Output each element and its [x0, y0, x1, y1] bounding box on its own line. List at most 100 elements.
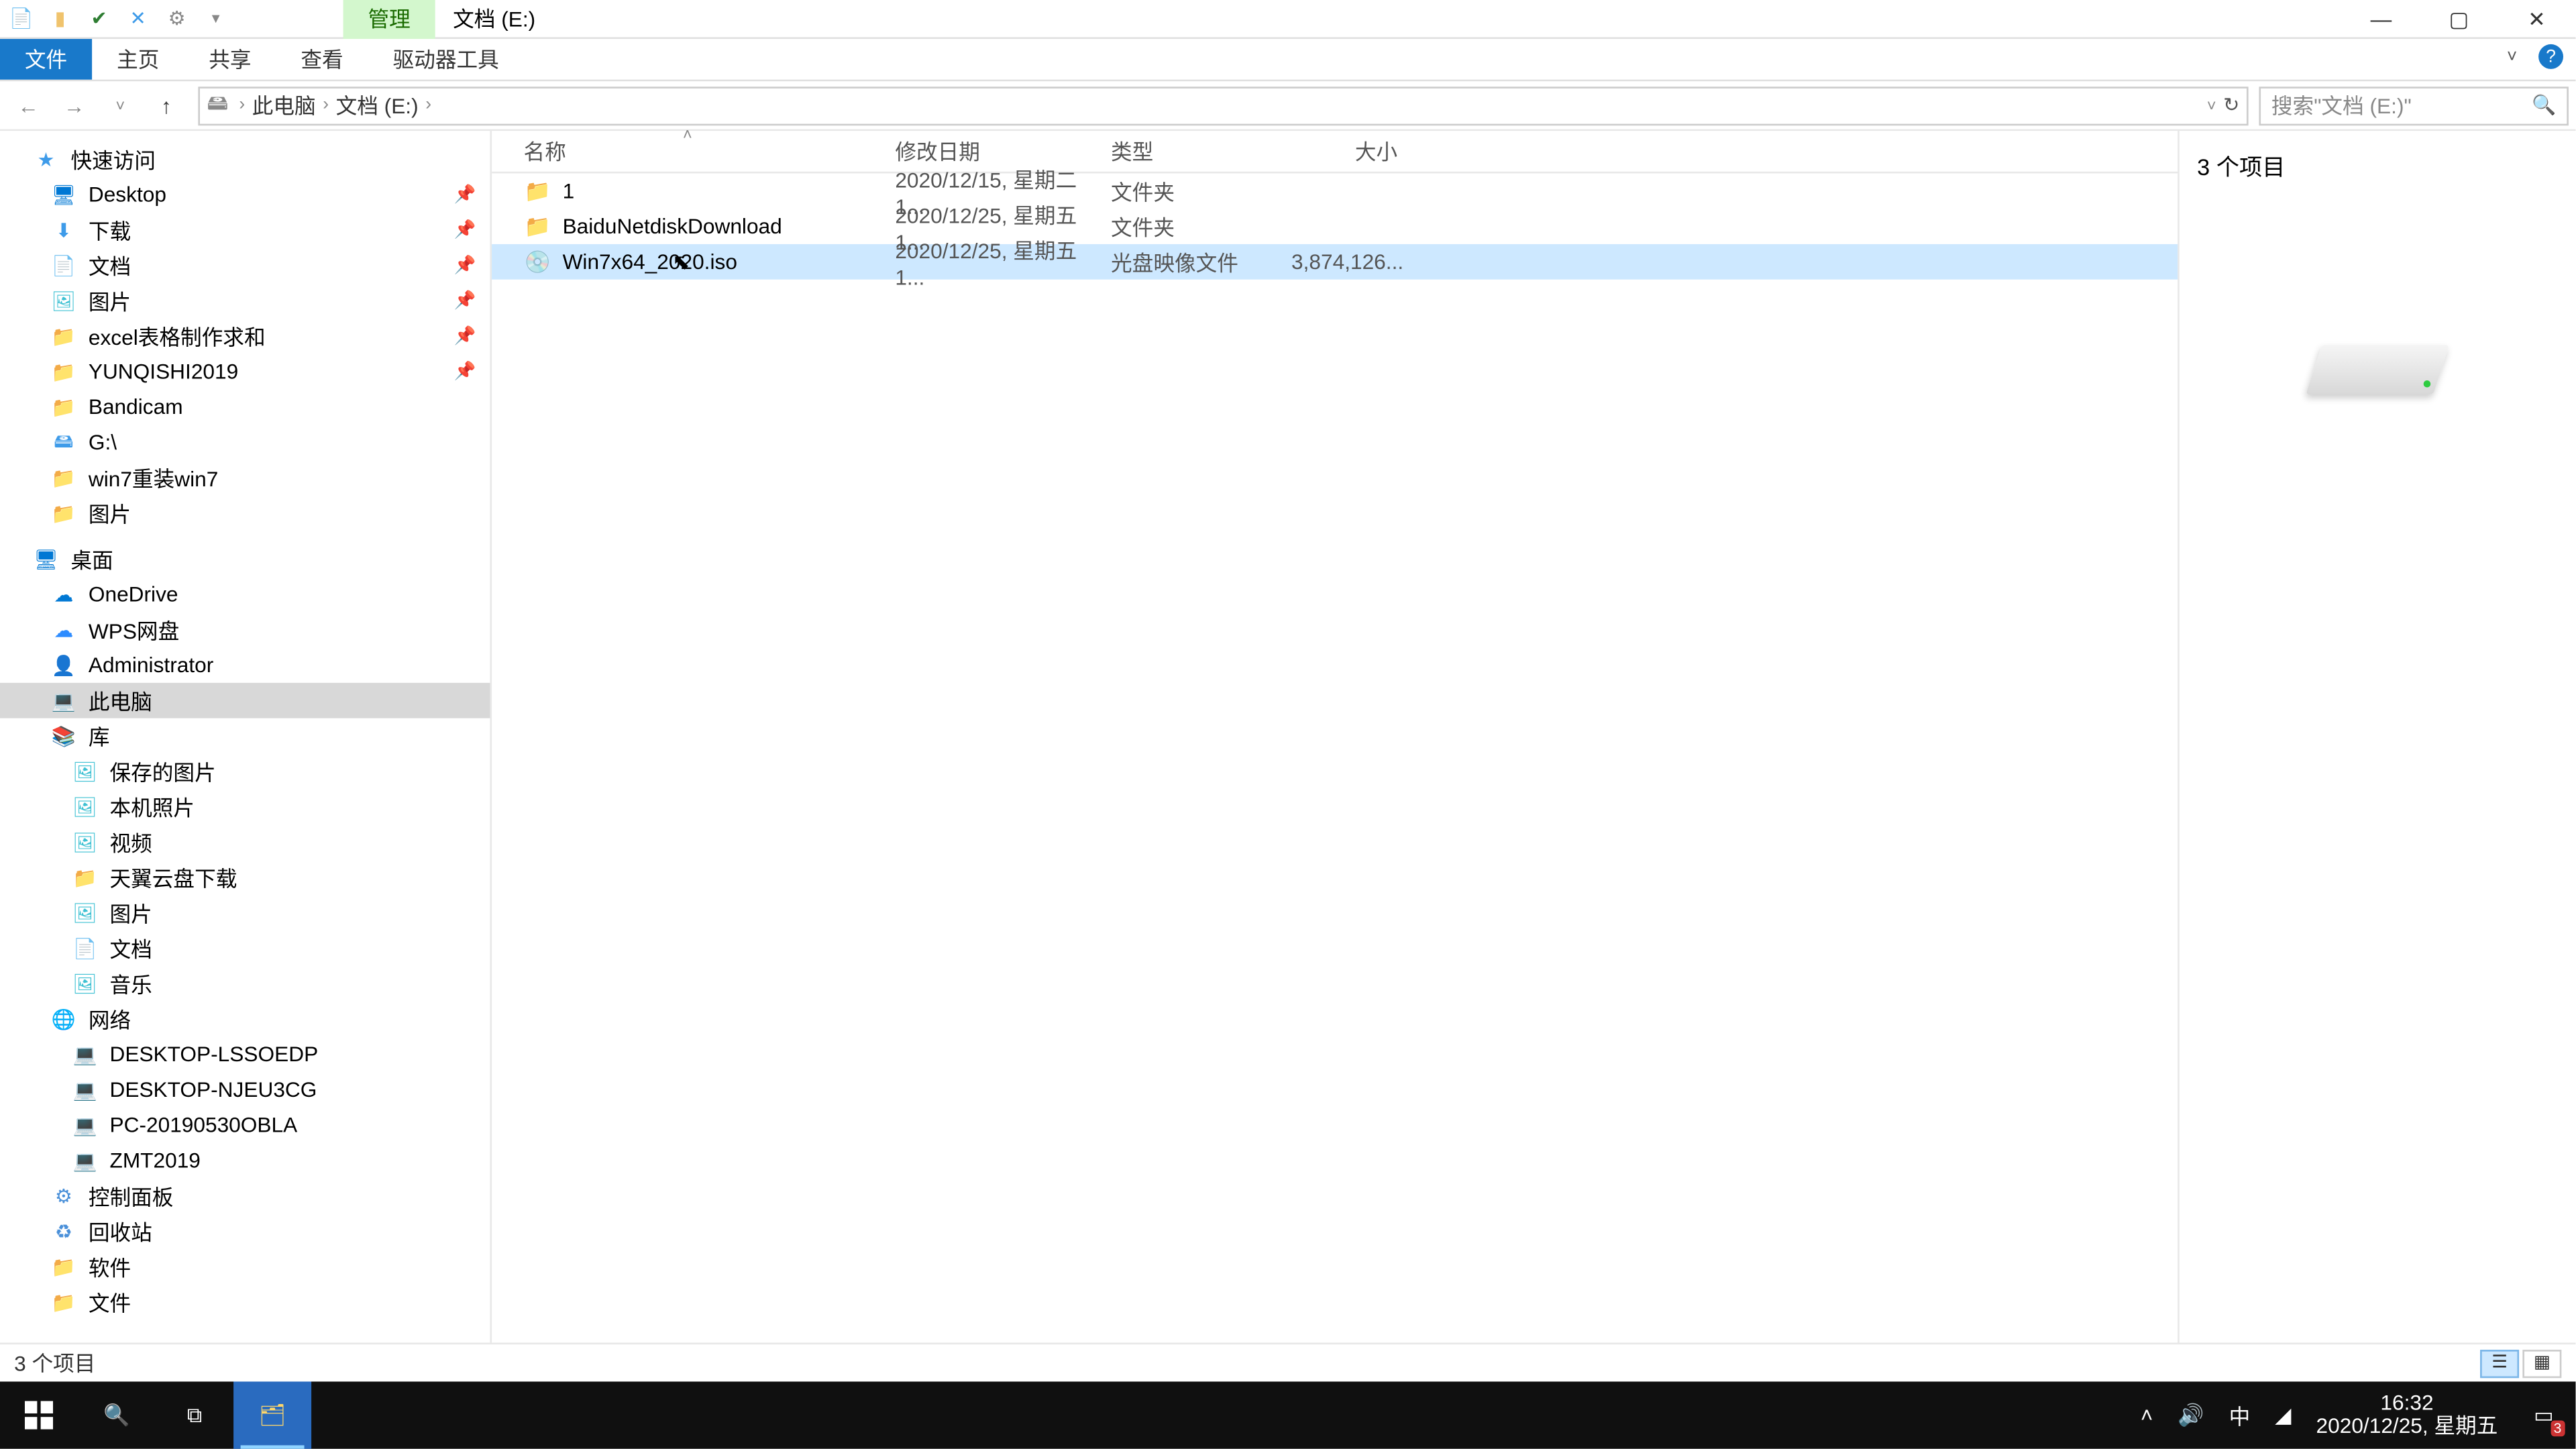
tree-item[interactable]: 📚库 [0, 718, 490, 754]
app-icon: 📄 [7, 5, 36, 33]
task-view-button[interactable]: ⧉ [156, 1381, 233, 1448]
pic-icon: 🖼 [70, 757, 99, 786]
history-dropdown-icon[interactable]: ˅ [99, 84, 142, 126]
download-icon: ⬇ [50, 216, 78, 244]
tree-item[interactable]: 💻DESKTOP-LSSOEDP [0, 1036, 490, 1072]
folder-icon: 📁 [50, 464, 78, 492]
tree-item-label: 文件 [89, 1287, 131, 1317]
up-button[interactable]: ↑ [145, 84, 187, 126]
tree-item[interactable]: 🖼图片 [0, 895, 490, 930]
breadcrumb[interactable]: 🖴 › 此电脑 › 文档 (E:) › ˅ ↻ [198, 86, 2248, 125]
minimize-button[interactable]: — [2342, 0, 2420, 39]
qat-folder-icon[interactable]: ▮ [46, 5, 74, 33]
refresh-icon[interactable]: ↻ [2223, 94, 2239, 117]
file-row[interactable]: 📁12020/12/15, 星期二 1...文件夹 [492, 173, 2178, 209]
file-row[interactable]: 💿Win7x64_2020.iso2020/12/25, 星期五 1...光盘映… [492, 244, 2178, 280]
action-center-button[interactable]: ▭ 3 [2522, 1394, 2565, 1436]
tree-item[interactable]: 📁YUNQISHI2019📌 [0, 354, 490, 389]
navigation-pane[interactable]: ★快速访问🖥Desktop📌⬇下载📌📄文档📌🖼图片📌📁excel表格制作求和📌📁… [0, 131, 492, 1342]
chevron-right-icon[interactable]: › [235, 95, 248, 115]
start-button[interactable] [0, 1381, 78, 1448]
tree-item[interactable]: 🖼音乐 [0, 966, 490, 1002]
search-input[interactable]: 搜索"文档 (E:)" 🔍 [2259, 86, 2568, 125]
tree-item[interactable]: 🖥桌面 [0, 541, 490, 577]
clock[interactable]: 16:32 2020/12/25, 星期五 [2316, 1392, 2498, 1438]
window-title: 文档 (E:) [453, 3, 535, 34]
back-button[interactable]: ← [7, 84, 50, 126]
tree-item[interactable]: 📄文档 [0, 930, 490, 966]
qat-gear-icon[interactable]: ⚙ [163, 5, 191, 33]
tree-item[interactable]: ☁OneDrive [0, 577, 490, 612]
tree-item[interactable]: 📁win7重装win7 [0, 460, 490, 496]
search-icon[interactable]: 🔍 [2532, 94, 2556, 117]
tree-item[interactable]: ⚙控制面板 [0, 1178, 490, 1214]
column-header-name[interactable]: 名称˄ [524, 136, 896, 166]
tree-item[interactable]: ☁WPS网盘 [0, 612, 490, 647]
chevron-right-icon[interactable]: › [422, 95, 435, 115]
close-button[interactable]: ✕ [2498, 0, 2575, 39]
file-row[interactable]: 📁BaiduNetdiskDownload2020/12/25, 星期五 1..… [492, 209, 2178, 244]
qat-check-icon[interactable]: ✔ [85, 5, 113, 33]
cp-icon: ⚙ [50, 1182, 78, 1210]
tree-item[interactable]: 📁图片 [0, 495, 490, 531]
details-view-button[interactable]: ☰ [2480, 1349, 2519, 1377]
pic-icon: 🖼 [70, 792, 99, 820]
explorer-taskbar-button[interactable]: 🗂 [233, 1381, 311, 1448]
system-tray: ˄ 🔊 中 ◢ 16:32 2020/12/25, 星期五 ▭ 3 [2141, 1381, 2576, 1448]
tree-item[interactable]: 🖼图片📌 [0, 283, 490, 319]
help-icon[interactable]: ? [2536, 42, 2565, 70]
tree-item-label: DESKTOP-LSSOEDP [109, 1042, 318, 1067]
tab-home[interactable]: 主页 [92, 39, 184, 80]
pic-icon: 🖼 [70, 899, 99, 927]
tab-file[interactable]: 文件 [0, 39, 92, 80]
ribbon-collapse-icon[interactable]: ˅ [2498, 42, 2526, 70]
breadcrumb-dropdown-icon[interactable]: ˅ [2207, 97, 2216, 114]
tree-item[interactable]: 🖴G:\ [0, 425, 490, 460]
tree-item[interactable]: 💻DESKTOP-NJEU3CG [0, 1072, 490, 1108]
qat-close-icon[interactable]: ✕ [124, 5, 152, 33]
tree-item-label: PC-20190530OBLA [109, 1113, 297, 1138]
tab-view[interactable]: 查看 [276, 39, 368, 80]
breadcrumb-item[interactable]: 文档 (E:) [332, 90, 422, 120]
doc-icon: 📄 [70, 934, 99, 962]
tree-item[interactable]: 👤Administrator [0, 647, 490, 683]
tree-item[interactable]: 🖼保存的图片 [0, 753, 490, 789]
tree-item[interactable]: ⬇下载📌 [0, 212, 490, 248]
tree-item[interactable]: ★快速访问 [0, 142, 490, 177]
tree-item[interactable]: ♻回收站 [0, 1214, 490, 1249]
folder-icon: 📁 [50, 322, 78, 350]
tree-item[interactable]: 💻此电脑 [0, 683, 490, 718]
tree-item[interactable]: 📁Bandicam [0, 389, 490, 425]
search-button[interactable]: 🔍 [78, 1381, 156, 1448]
tray-overflow-icon[interactable]: ˄ [2141, 1403, 2153, 1428]
maximize-button[interactable]: ▢ [2420, 0, 2498, 39]
doc-icon: 📄 [50, 251, 78, 279]
tree-item[interactable]: 💻ZMT2019 [0, 1143, 490, 1179]
volume-icon[interactable]: 🔊 [2178, 1403, 2204, 1428]
forward-button[interactable]: → [53, 84, 95, 126]
tree-item[interactable]: 📁天翼云盘下载 [0, 860, 490, 896]
tab-drive-tools[interactable]: 驱动器工具 [368, 39, 524, 80]
breadcrumb-item[interactable]: 此电脑 [248, 90, 319, 120]
tree-item[interactable]: 🖥Desktop📌 [0, 177, 490, 213]
tree-item[interactable]: 💻PC-20190530OBLA [0, 1108, 490, 1143]
column-header-type[interactable]: 类型 [1111, 136, 1291, 166]
ime-indicator[interactable]: 中 [2229, 1400, 2251, 1430]
thumbnails-view-button[interactable]: ▦ [2522, 1349, 2561, 1377]
chevron-right-icon[interactable]: › [319, 95, 332, 115]
drive-illustration [2314, 324, 2441, 394]
qat-more-icon[interactable]: ▾ [202, 5, 230, 33]
tree-item[interactable]: 📄文档📌 [0, 248, 490, 283]
tree-item[interactable]: 🖼 本机照片 [0, 789, 490, 824]
tree-item-label: 本机照片 [109, 792, 195, 822]
tree-item[interactable]: 🖼视频 [0, 824, 490, 860]
tree-item[interactable]: 📁文件 [0, 1284, 490, 1320]
column-header-date[interactable]: 修改日期 [895, 136, 1111, 166]
tree-item[interactable]: 📁excel表格制作求和📌 [0, 319, 490, 354]
tree-item[interactable]: 🌐网络 [0, 1002, 490, 1037]
tree-item[interactable]: 📁软件 [0, 1249, 490, 1285]
context-tab-manage[interactable]: 管理 [343, 0, 435, 38]
tray-app-icon[interactable]: ◢ [2275, 1403, 2291, 1428]
column-header-size[interactable]: 大小 [1291, 136, 1411, 166]
tab-share[interactable]: 共享 [184, 39, 276, 80]
